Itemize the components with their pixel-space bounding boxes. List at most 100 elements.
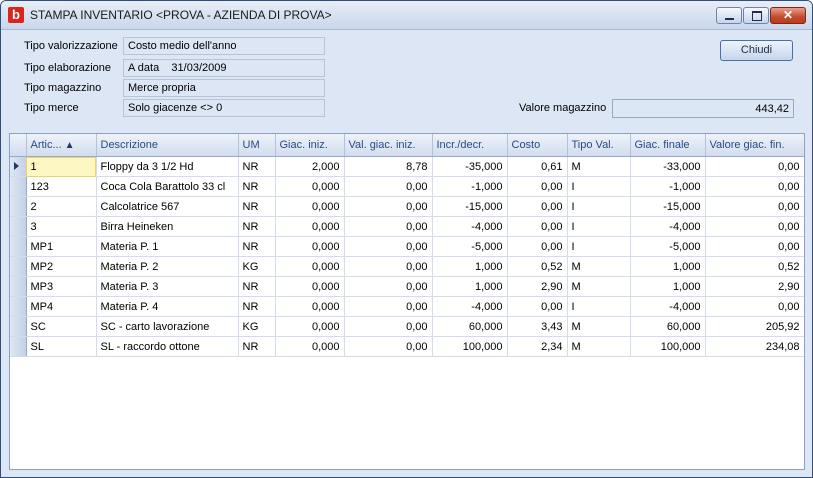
cell-giac-iniz[interactable]: 0,000 [275, 176, 345, 197]
inventory-grid[interactable]: Artic... ▲ Descrizione UM Giac. iniz. Val… [9, 133, 805, 470]
cell-tipo-val[interactable]: I [567, 296, 631, 317]
cell-giac-finale[interactable]: 1,000 [630, 256, 706, 277]
cell-incr-decr[interactable]: 100,000 [432, 336, 508, 357]
column-header-incr-decr[interactable]: Incr./decr. [432, 134, 508, 157]
row-indicator[interactable] [10, 256, 27, 277]
cell-articolo[interactable]: MP1 [26, 236, 97, 257]
cell-costo[interactable]: 0,00 [507, 296, 568, 317]
row-indicator[interactable] [10, 296, 27, 317]
maximize-button[interactable] [743, 7, 769, 24]
cell-valore-giac-fin[interactable]: 0,00 [705, 236, 804, 257]
cell-um[interactable]: NR [238, 276, 276, 297]
cell-giac-iniz[interactable]: 0,000 [275, 236, 345, 257]
column-header-descrizione[interactable]: Descrizione [96, 134, 239, 157]
cell-valore-giac-fin[interactable]: 0,52 [705, 256, 804, 277]
cell-giac-finale[interactable]: -4,000 [630, 296, 706, 317]
cell-val-giac-iniz[interactable]: 0,00 [344, 236, 433, 257]
column-header-articolo[interactable]: Artic... ▲ [26, 134, 97, 157]
cell-um[interactable]: NR [238, 336, 276, 357]
cell-tipo-val[interactable]: I [567, 196, 631, 217]
cell-giac-finale[interactable]: 100,000 [630, 336, 706, 357]
cell-articolo[interactable]: SC [26, 316, 97, 337]
cell-tipo-val[interactable]: M [567, 156, 631, 177]
cell-giac-iniz[interactable]: 0,000 [275, 256, 345, 277]
cell-val-giac-iniz[interactable]: 0,00 [344, 256, 433, 277]
cell-valore-giac-fin[interactable]: 2,90 [705, 276, 804, 297]
cell-costo[interactable]: 2,90 [507, 276, 568, 297]
cell-descrizione[interactable]: Birra Heineken [96, 216, 239, 237]
table-row[interactable]: 3 Birra Heineken NR 0,000 0,00 -4,000 0,00 I -4,… [10, 216, 804, 237]
cell-descrizione[interactable]: Materia P. 2 [96, 256, 239, 277]
cell-incr-decr[interactable]: 1,000 [432, 256, 508, 277]
cell-giac-finale[interactable]: -1,000 [630, 176, 706, 197]
column-header-tipo-val[interactable]: Tipo Val. [567, 134, 631, 157]
cell-descrizione[interactable]: Materia P. 1 [96, 236, 239, 257]
column-header-giac-finale[interactable]: Giac. finale [630, 134, 706, 157]
cell-val-giac-iniz[interactable]: 0,00 [344, 176, 433, 197]
cell-descrizione[interactable]: Materia P. 4 [96, 296, 239, 317]
table-row[interactable]: 1 Floppy da 3 1/2 Hd NR 2,000 8,78 -35,000 0,6… [10, 156, 804, 177]
close-window-button[interactable]: ✕ [770, 7, 806, 24]
cell-valore-giac-fin[interactable]: 205,92 [705, 316, 804, 337]
cell-descrizione[interactable]: SC - carto lavorazione [96, 316, 239, 337]
chiudi-button[interactable]: Chiudi [720, 40, 793, 61]
column-header-um[interactable]: UM [238, 134, 276, 157]
cell-giac-iniz[interactable]: 0,000 [275, 336, 345, 357]
cell-valore-giac-fin[interactable]: 0,00 [705, 296, 804, 317]
column-header-costo[interactable]: Costo [507, 134, 568, 157]
table-row[interactable]: MP4 Materia P. 4 NR 0,000 0,00 -4,000 0,00 I -4,… [10, 296, 804, 317]
row-indicator[interactable] [10, 176, 27, 197]
cell-giac-finale[interactable]: -5,000 [630, 236, 706, 257]
cell-giac-finale[interactable]: -15,000 [630, 196, 706, 217]
cell-val-giac-iniz[interactable]: 0,00 [344, 276, 433, 297]
cell-giac-finale[interactable]: -4,000 [630, 216, 706, 237]
cell-costo[interactable]: 0,00 [507, 236, 568, 257]
cell-incr-decr[interactable]: -5,000 [432, 236, 508, 257]
table-row[interactable]: MP2 Materia P. 2 KG 0,000 0,00 1,000 0,52 M 1,00… [10, 256, 804, 277]
table-row[interactable]: MP1 Materia P. 1 NR 0,000 0,00 -5,000 0,00 I -5,… [10, 236, 804, 257]
cell-costo[interactable]: 0,52 [507, 256, 568, 277]
cell-tipo-val[interactable]: M [567, 316, 631, 337]
cell-giac-iniz[interactable]: 0,000 [275, 216, 345, 237]
cell-tipo-val[interactable]: I [567, 176, 631, 197]
cell-costo[interactable]: 0,00 [507, 196, 568, 217]
row-indicator[interactable] [10, 216, 27, 237]
cell-um[interactable]: KG [238, 316, 276, 337]
cell-um[interactable]: NR [238, 156, 276, 177]
cell-descrizione[interactable]: Coca Cola Barattolo 33 cl [96, 176, 239, 197]
cell-tipo-val[interactable]: I [567, 236, 631, 257]
cell-articolo[interactable]: MP4 [26, 296, 97, 317]
app-icon[interactable]: b [8, 7, 24, 23]
column-header-valore-giac-fin[interactable]: Valore giac. fin. [705, 134, 804, 157]
row-indicator[interactable] [10, 276, 27, 297]
table-row[interactable]: 123 Coca Cola Barattolo 33 cl NR 0,000 0,00-… [10, 176, 804, 197]
cell-um[interactable]: NR [238, 296, 276, 317]
cell-val-giac-iniz[interactable]: 0,00 [344, 316, 433, 337]
cell-articolo[interactable]: SL [26, 336, 97, 357]
cell-valore-giac-fin[interactable]: 0,00 [705, 216, 804, 237]
cell-articolo[interactable]: 3 [26, 216, 97, 237]
row-indicator[interactable] [10, 236, 27, 257]
cell-tipo-val[interactable]: M [567, 336, 631, 357]
cell-giac-finale[interactable]: 60,000 [630, 316, 706, 337]
cell-descrizione[interactable]: SL - raccordo ottone [96, 336, 239, 357]
cell-incr-decr[interactable]: -35,000 [432, 156, 508, 177]
minimize-button[interactable] [716, 7, 742, 24]
cell-giac-finale[interactable]: 1,000 [630, 276, 706, 297]
cell-incr-decr[interactable]: -4,000 [432, 296, 508, 317]
cell-tipo-val[interactable]: M [567, 256, 631, 277]
cell-descrizione[interactable]: Materia P. 3 [96, 276, 239, 297]
cell-costo[interactable]: 2,34 [507, 336, 568, 357]
cell-val-giac-iniz[interactable]: 0,00 [344, 216, 433, 237]
cell-incr-decr[interactable]: -4,000 [432, 216, 508, 237]
column-header-giac-iniz[interactable]: Giac. iniz. [275, 134, 345, 157]
table-row[interactable]: SL SL - raccordo ottone NR 0,000 0,00 100,000… [10, 336, 804, 357]
cell-giac-finale[interactable]: -33,000 [630, 156, 706, 177]
cell-um[interactable]: NR [238, 176, 276, 197]
cell-articolo[interactable]: 2 [26, 196, 97, 217]
cell-val-giac-iniz[interactable]: 0,00 [344, 296, 433, 317]
cell-incr-decr[interactable]: 60,000 [432, 316, 508, 337]
cell-articolo[interactable]: 1 [26, 156, 97, 177]
table-row[interactable]: MP3 Materia P. 3 NR 0,000 0,00 1,000 2,90 M 1,00… [10, 276, 804, 297]
cell-giac-iniz[interactable]: 0,000 [275, 296, 345, 317]
